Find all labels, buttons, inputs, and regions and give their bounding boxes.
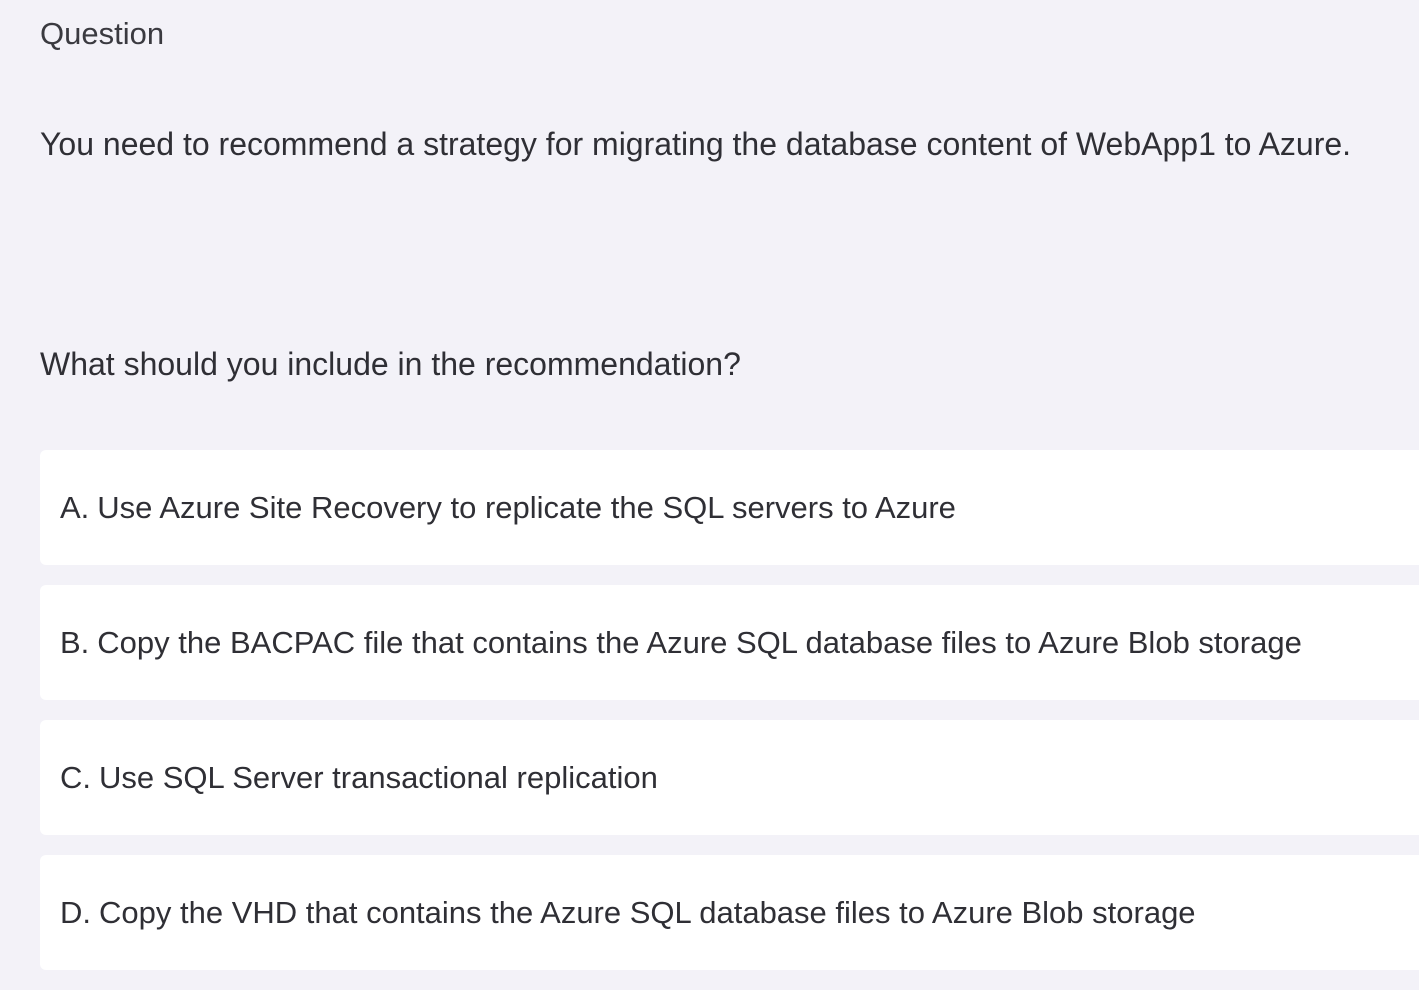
question-text: You need to recommend a strategy for mig… [40,126,1352,162]
option-text: Copy the VHD that contains the Azure SQL… [99,894,1196,930]
question-prompt: What should you include in the recommend… [40,346,741,382]
option-d[interactable]: D. Copy the VHD that contains the Azure … [40,855,1419,970]
option-c[interactable]: C. Use SQL Server transactional replicat… [40,720,1419,835]
option-text: Copy the BACPAC file that contains the A… [97,624,1302,660]
option-letter: C. [60,759,91,795]
option-letter: D. [60,894,91,930]
answer-options: A. Use Azure Site Recovery to replicate … [40,450,1419,990]
option-letter: A. [60,489,90,525]
option-text: Use Azure Site Recovery to replicate the… [97,489,956,525]
option-b[interactable]: B. Copy the BACPAC file that contains th… [40,585,1419,700]
option-a[interactable]: A. Use Azure Site Recovery to replicate … [40,450,1419,565]
section-label: Question [40,16,165,51]
option-letter: B. [60,624,90,660]
option-text: Use SQL Server transactional replication [99,759,658,795]
